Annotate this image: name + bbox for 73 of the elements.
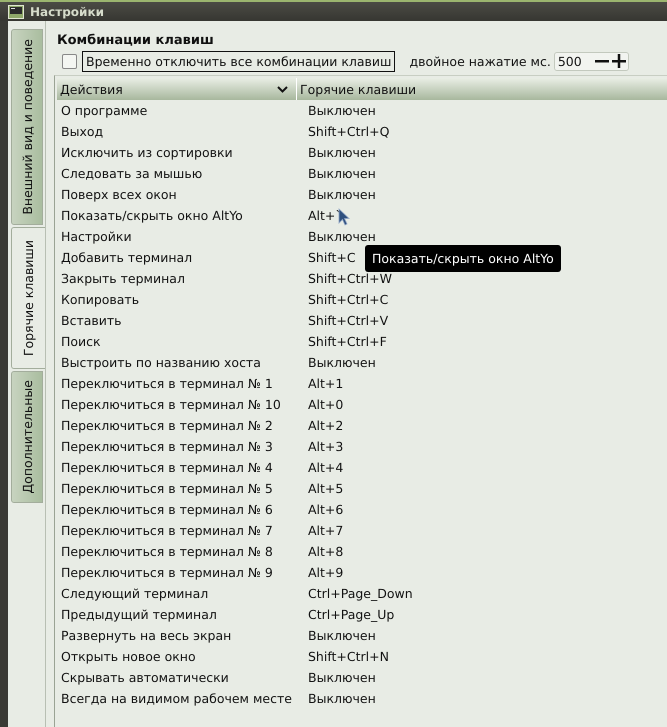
table-cell-text: Всегда на видимом рабочем месте [61,691,293,706]
table-cell-text: Переключиться в терминал № 3 [61,439,274,454]
table-cell: Alt+1 [308,376,344,391]
window-title: Настройки [30,4,104,18]
table-cell: Shift+Ctrl+F [308,334,387,349]
table-cell-text: Выход [61,124,104,139]
table-cell: Shift+Ctrl+V [308,313,388,328]
cursor-icon [338,208,350,226]
column-header[interactable]: Горячие клавиши [297,78,416,100]
table-cell-text: Следующий терминал [61,586,210,601]
table-cell-text: Закрыть терминал [61,271,186,286]
table-cell: Shift+Ctrl+C [308,292,388,307]
table-cell-text: Переключиться в терминал № 6 [61,502,274,517]
table-cell: Shift+Ctrl+Q [308,124,390,139]
table-cell: Выключен [308,145,376,160]
tooltip: Показать/скрыть окно AltYo [365,245,561,272]
table-cell-text: О программе [61,103,148,118]
table-cell: Alt+6 [308,502,344,517]
tab[interactable]: Внешний вид и поведение [11,29,43,225]
table-cell-text: Переключиться в терминал № 5 [61,481,274,496]
table-cell: Alt+0 [308,397,344,412]
table-cell: Alt+5 [308,481,344,496]
table-cell: Alt+4 [308,460,344,475]
table-cell-text: Добавить терминал [61,250,194,265]
tab[interactable]: Горячие клавиши [11,227,45,369]
table-cell-text: Копировать [61,292,140,307]
table-cell: Shift+C [308,250,356,265]
table-cell: Выключен [308,691,376,706]
table-cell-text: Переключиться в терминал № 2 [61,418,274,433]
table-cell-text: Скрывать автоматически [61,670,230,685]
table-cell: Alt+` [308,208,342,223]
table-cell-text: Настройки [61,229,133,244]
checkbox[interactable] [62,54,77,68]
table-cell-text: Переключиться в терминал № 10 [61,397,282,412]
checkbox-label[interactable]: Временно отключить все комбинации клавиш [82,50,396,72]
table-cell: Выключен [308,355,376,370]
table-cell: Выключен [308,670,376,685]
table-cell-text: Переключиться в терминал № 1 [61,376,274,391]
table-cell: Shift+Ctrl+W [308,271,392,286]
table-cell: Alt+3 [308,439,344,454]
section-title: Комбинации клавиш [57,33,215,48]
table-cell: Выключен [308,187,376,202]
table-cell-text: Поиск [61,334,102,349]
field-label: двойное нажатие мс. [409,54,551,68]
table-cell-text: Следовать за мышью [61,166,204,181]
table-cell-text: Выстроить по названию хоста [61,355,262,370]
table-cell: Alt+2 [308,418,344,433]
table-cell: Выключен [308,229,376,244]
table-cell: Ctrl+Page_Up [308,607,394,622]
table-cell-text: Открыть новое окно [61,649,197,664]
table-cell-text: Предыдущий терминал [61,607,218,622]
table-cell: Выключен [308,628,376,643]
table-cell: Выключен [308,166,376,181]
table-cell: Alt+9 [308,565,344,580]
table-cell-text: Развернуть на весь экран [61,628,232,643]
table-cell-text: Переключиться в терминал № 8 [61,544,274,559]
table-cell: Alt+8 [308,544,344,559]
table-cell: Выключен [308,103,376,118]
column-header[interactable]: Действия [57,78,297,100]
spin-field[interactable]: 500 [554,52,629,70]
plus-icon[interactable] [612,54,626,68]
table-cell-text: Переключиться в терминал № 7 [61,523,274,538]
table-cell: Shift+Ctrl+N [308,649,389,664]
table-cell-text: Переключиться в терминал № 9 [61,565,274,580]
table-cell: Ctrl+Page_Down [308,586,413,601]
terminal-icon [8,4,24,18]
table-cell-text: Поверх всех окон [61,187,178,202]
table-cell-text: Показать/скрыть окно AltYo [61,208,244,223]
table-cell: Alt+7 [308,523,344,538]
tab[interactable]: Дополнительные [11,371,43,503]
table-cell-text: Исключить из сортировки [61,145,234,160]
table-cell-text: Вставить [61,313,123,328]
table-cell-text: Переключиться в терминал № 4 [61,460,274,475]
